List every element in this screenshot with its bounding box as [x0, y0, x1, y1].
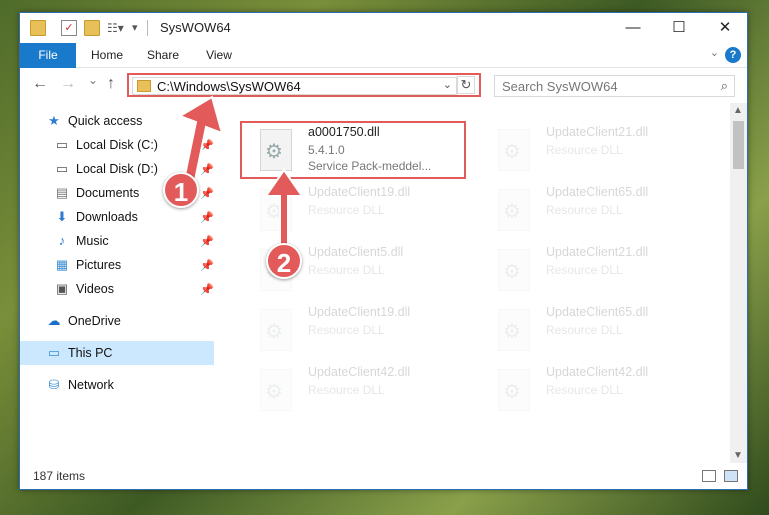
step-1-badge: 1: [163, 172, 199, 208]
annotation-arrows: [177, 95, 304, 256]
step-2-badge: 2: [266, 243, 302, 279]
